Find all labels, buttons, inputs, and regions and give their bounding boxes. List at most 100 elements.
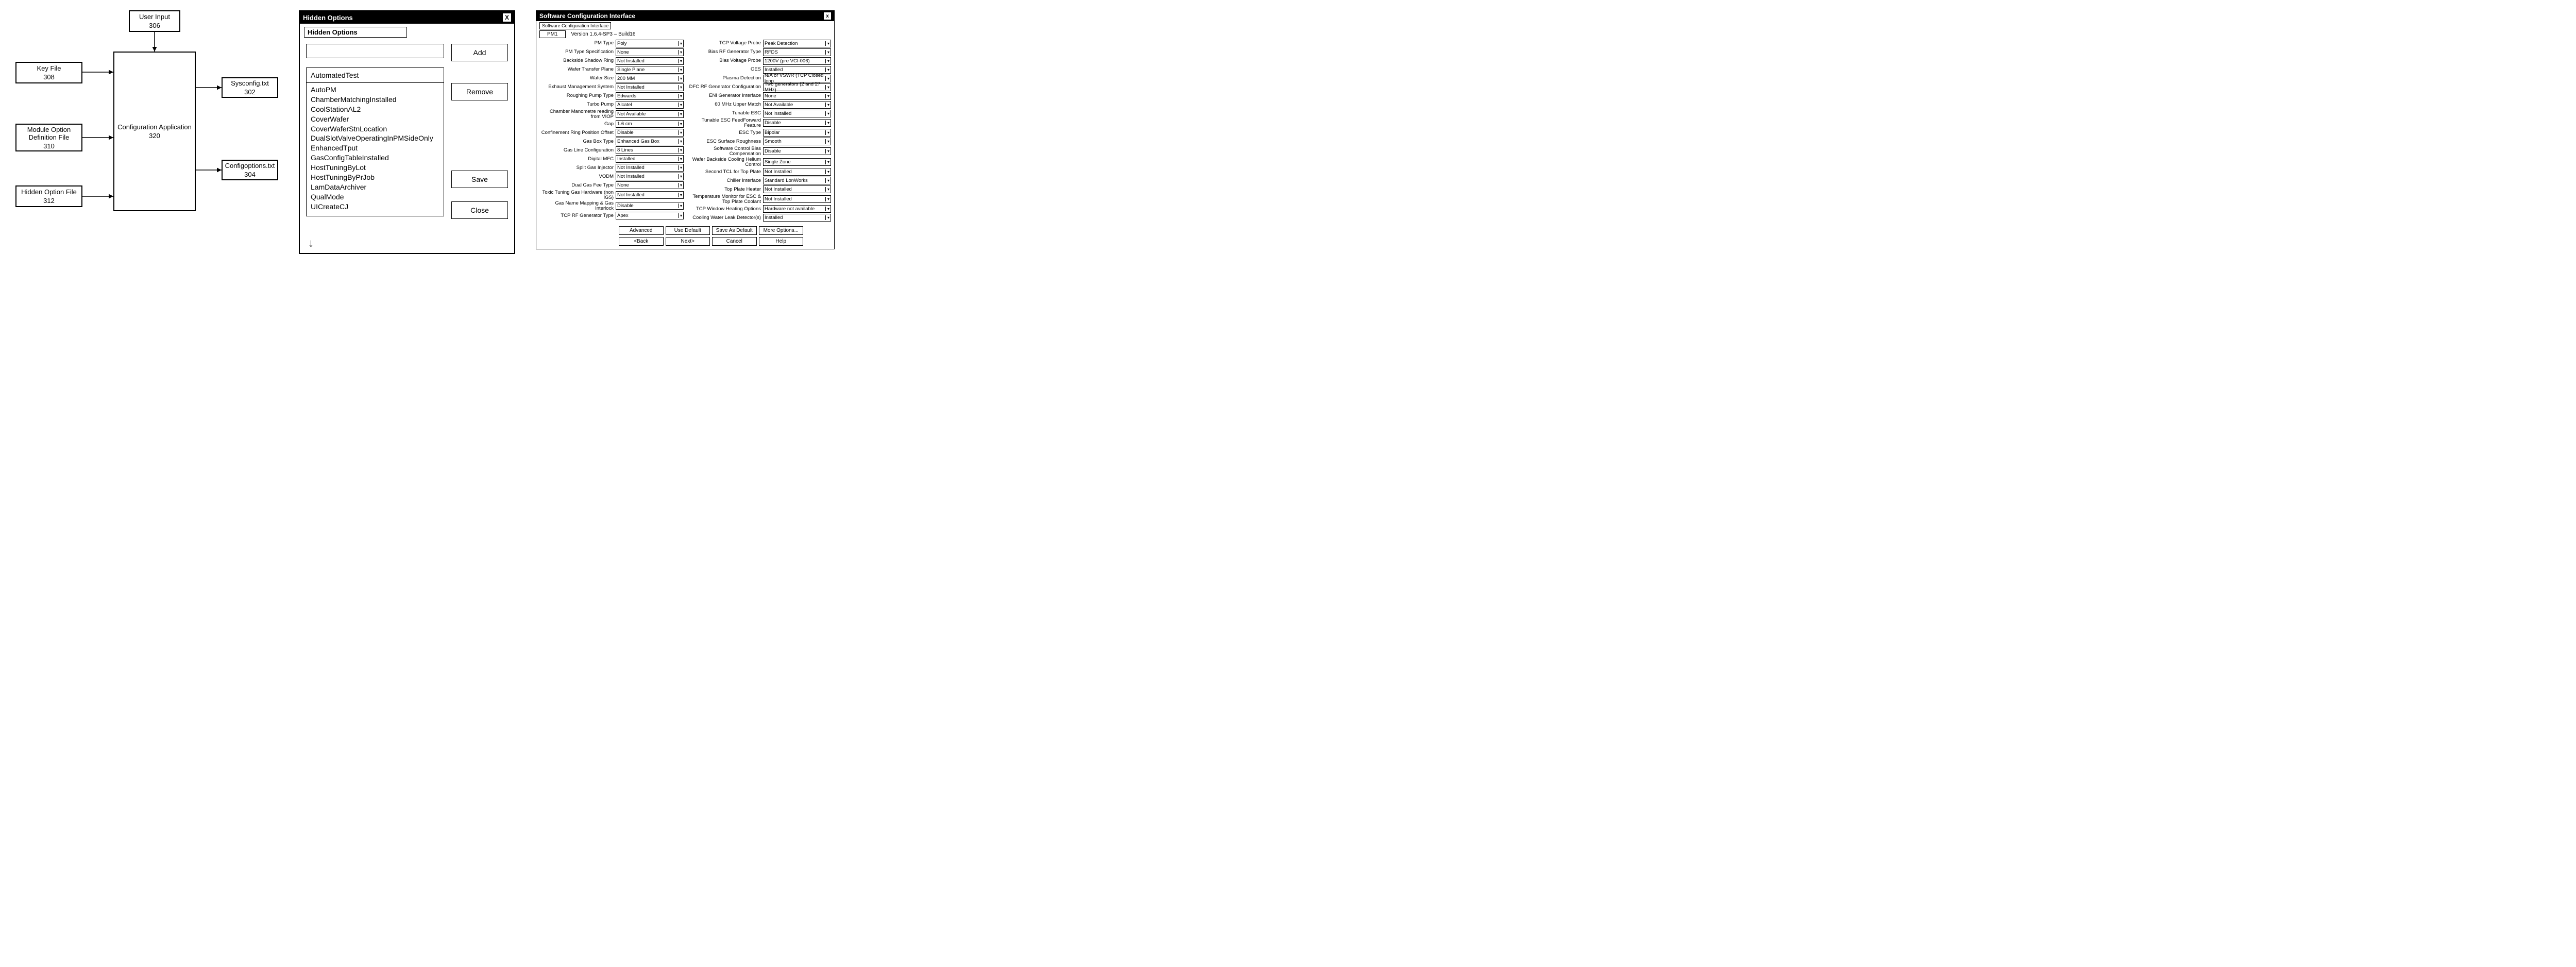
config-select[interactable]: Not Installed▾: [763, 168, 831, 176]
close-icon[interactable]: x: [824, 12, 831, 20]
selected-option[interactable]: AutomatedTest: [307, 68, 444, 83]
box-module-option: Module Option Definition File 310: [15, 124, 82, 151]
list-item[interactable]: EnhancedTput: [311, 143, 439, 153]
save-button[interactable]: Save: [451, 171, 508, 188]
chevron-down-icon: ▾: [825, 187, 829, 192]
list-item[interactable]: HostTuningByLot: [311, 163, 439, 173]
config-select[interactable]: Edwards▾: [616, 92, 684, 100]
config-select[interactable]: Alcatel▾: [616, 101, 684, 109]
config-value: Bipolar: [765, 130, 780, 135]
list-item[interactable]: CoverWafer: [311, 114, 439, 124]
config-select[interactable]: Installed▾: [616, 155, 684, 163]
config-select[interactable]: Not Installed▾: [616, 173, 684, 180]
chevron-down-icon: ▾: [678, 122, 682, 126]
chevron-down-icon: ▾: [825, 169, 829, 174]
config-select[interactable]: Single Zone▾: [763, 158, 831, 166]
config-row: 60 MHz Upper MatchNot Available▾: [687, 100, 831, 109]
more-options-button[interactable]: More Options...: [759, 226, 804, 235]
list-item[interactable]: ChamberMatchingInstalled: [311, 95, 439, 105]
config-select[interactable]: Two generators (2 and 27 MHz)▾: [763, 83, 831, 91]
cancel-button[interactable]: Cancel: [712, 237, 757, 246]
config-select[interactable]: None▾: [616, 48, 684, 56]
window-title: Software Configuration Interface: [539, 12, 635, 20]
config-row: Turbo PumpAlcatel▾: [539, 100, 684, 109]
config-select[interactable]: Disable▾: [616, 129, 684, 137]
config-select[interactable]: Not installed▾: [763, 110, 831, 117]
config-select[interactable]: Poly▾: [616, 40, 684, 47]
config-select[interactable]: None▾: [616, 181, 684, 189]
config-select[interactable]: Not Installed▾: [763, 195, 831, 203]
config-select[interactable]: Installed▾: [763, 214, 831, 222]
save-as-default-button[interactable]: Save As Default: [712, 226, 757, 235]
config-select[interactable]: None▾: [763, 92, 831, 100]
config-label: ENI Generator Interface: [687, 93, 763, 98]
config-select[interactable]: Disable▾: [763, 147, 831, 155]
chevron-down-icon: ▾: [825, 85, 829, 90]
config-label: Top Plate Heater: [687, 187, 763, 192]
list-item[interactable]: QualMode: [311, 192, 439, 202]
config-select[interactable]: Enhanced Gas Box▾: [616, 138, 684, 145]
config-label: TCP Window Heating Options: [687, 207, 763, 212]
config-select[interactable]: Not Installed▾: [616, 57, 684, 65]
config-value: Peak Detection: [765, 41, 798, 46]
chevron-down-icon: ▾: [678, 67, 682, 72]
config-value: Not Installed: [617, 84, 645, 90]
new-option-input[interactable]: [306, 44, 444, 58]
config-select[interactable]: RFDS▾: [763, 48, 831, 56]
list-item[interactable]: AutoPM: [311, 85, 439, 95]
list-item[interactable]: CoolStationAL2: [311, 105, 439, 114]
config-select[interactable]: Smooth▾: [763, 138, 831, 145]
config-select[interactable]: Not Available▾: [616, 110, 684, 118]
box-hidden-option: Hidden Option File 312: [15, 185, 82, 207]
list-item[interactable]: LamDataArchiver: [311, 182, 439, 192]
config-row: Gas Name Mapping & Gas InterlockDisable▾: [539, 201, 684, 211]
config-label: Wafer Transfer Plane: [539, 67, 616, 72]
config-select[interactable]: 8 Lines▾: [616, 146, 684, 154]
back-button[interactable]: <Back: [619, 237, 664, 246]
tab-pm1[interactable]: PM1: [539, 30, 566, 38]
config-select[interactable]: Not Available▾: [763, 101, 831, 109]
list-item[interactable]: UICreateCJ: [311, 202, 439, 212]
config-select[interactable]: Standard LonWorks▾: [763, 177, 831, 184]
config-select[interactable]: Apex▾: [616, 212, 684, 219]
config-row: Bias RF Generator TypeRFDS▾: [687, 48, 831, 56]
config-row: DFC RF Generator ConfigurationTwo genera…: [687, 83, 831, 91]
config-label: Confinement Ring Position Offset: [539, 130, 616, 135]
config-row: Wafer Transfer PlaneSingle Plane▾: [539, 65, 684, 74]
list-item[interactable]: DualSlotValveOperatingInPMSideOnly: [311, 133, 439, 143]
config-value: Standard LonWorks: [765, 178, 808, 183]
close-icon[interactable]: X: [503, 13, 511, 22]
list-item[interactable]: HostTuningByPrJob: [311, 173, 439, 182]
config-select[interactable]: Not Installed▾: [616, 164, 684, 172]
config-label: ESC Surface Roughness: [687, 139, 763, 144]
options-list[interactable]: AutomatedTest AutoPMChamberMatchingInsta…: [306, 67, 444, 216]
config-select[interactable]: Disable▾: [763, 119, 831, 127]
config-select[interactable]: Peak Detection▾: [763, 40, 831, 47]
remove-button[interactable]: Remove: [451, 83, 508, 100]
help-button[interactable]: Help: [759, 237, 804, 246]
config-select[interactable]: 1.6 cm▾: [616, 120, 684, 128]
config-row: Tunable ESC FeedForward FeatureDisable▾: [687, 118, 831, 128]
config-select[interactable]: Bipolar▾: [763, 129, 831, 137]
use-default-button[interactable]: Use Default: [666, 226, 710, 235]
list-item[interactable]: GasConfigTableInstalled: [311, 153, 439, 163]
chevron-down-icon: ▾: [825, 76, 829, 81]
config-select[interactable]: Not Installed▾: [763, 185, 831, 193]
config-select[interactable]: 1200V (pre VCI-006)▾: [763, 57, 831, 65]
close-button[interactable]: Close: [451, 201, 508, 219]
group-title: Hidden Options: [304, 27, 407, 38]
config-select[interactable]: Disable▾: [616, 202, 684, 210]
config-select[interactable]: Not Installed▾: [616, 191, 684, 199]
add-button[interactable]: Add: [451, 44, 508, 61]
config-select[interactable]: Not Installed▾: [616, 83, 684, 91]
config-select[interactable]: Hardware not available▾: [763, 205, 831, 213]
config-label: Gas Box Type: [539, 139, 616, 144]
next-button[interactable]: Next>: [666, 237, 710, 246]
advanced-button[interactable]: Advanced: [619, 226, 664, 235]
config-row: Gas Line Configuration8 Lines▾: [539, 146, 684, 155]
list-item[interactable]: CoverWaferStnLocation: [311, 124, 439, 134]
flow-diagram: User Input 306 Key File 308 Module Optio…: [10, 10, 278, 237]
config-select[interactable]: 200 MM▾: [616, 75, 684, 82]
config-select[interactable]: Single Plane▾: [616, 66, 684, 74]
config-value: Not installed: [765, 111, 791, 116]
